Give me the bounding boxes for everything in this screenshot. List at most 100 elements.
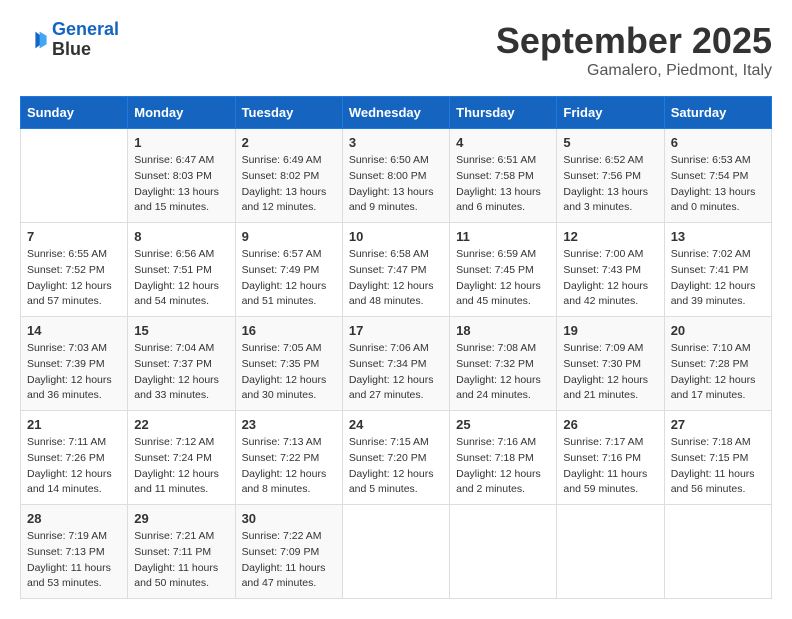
calendar-cell bbox=[557, 505, 664, 599]
weekday-header: Sunday bbox=[21, 97, 128, 129]
calendar-table: SundayMondayTuesdayWednesdayThursdayFrid… bbox=[20, 96, 772, 599]
day-info: Sunrise: 7:10 AM Sunset: 7:28 PM Dayligh… bbox=[671, 341, 765, 404]
calendar-cell: 20 Sunrise: 7:10 AM Sunset: 7:28 PM Dayl… bbox=[664, 317, 771, 411]
day-number: 1 bbox=[134, 135, 228, 150]
calendar-cell: 3 Sunrise: 6:50 AM Sunset: 8:00 PM Dayli… bbox=[342, 129, 449, 223]
day-number: 20 bbox=[671, 323, 765, 338]
day-number: 3 bbox=[349, 135, 443, 150]
calendar-cell: 10 Sunrise: 6:58 AM Sunset: 7:47 PM Dayl… bbox=[342, 223, 449, 317]
day-number: 9 bbox=[242, 229, 336, 244]
logo-text: General Blue bbox=[52, 20, 119, 60]
day-info: Sunrise: 6:56 AM Sunset: 7:51 PM Dayligh… bbox=[134, 247, 228, 310]
day-number: 23 bbox=[242, 417, 336, 432]
weekday-header: Saturday bbox=[664, 97, 771, 129]
day-number: 5 bbox=[563, 135, 657, 150]
weekday-header: Friday bbox=[557, 97, 664, 129]
day-info: Sunrise: 7:22 AM Sunset: 7:09 PM Dayligh… bbox=[242, 529, 336, 592]
day-number: 8 bbox=[134, 229, 228, 244]
calendar-cell: 22 Sunrise: 7:12 AM Sunset: 7:24 PM Dayl… bbox=[128, 411, 235, 505]
month-title: September 2025 bbox=[496, 20, 772, 62]
calendar-cell: 9 Sunrise: 6:57 AM Sunset: 7:49 PM Dayli… bbox=[235, 223, 342, 317]
day-info: Sunrise: 7:21 AM Sunset: 7:11 PM Dayligh… bbox=[134, 529, 228, 592]
weekday-header: Thursday bbox=[450, 97, 557, 129]
calendar-week-row: 14 Sunrise: 7:03 AM Sunset: 7:39 PM Dayl… bbox=[21, 317, 772, 411]
calendar-header: SundayMondayTuesdayWednesdayThursdayFrid… bbox=[21, 97, 772, 129]
day-number: 27 bbox=[671, 417, 765, 432]
day-info: Sunrise: 6:53 AM Sunset: 7:54 PM Dayligh… bbox=[671, 153, 765, 216]
day-number: 19 bbox=[563, 323, 657, 338]
day-info: Sunrise: 6:51 AM Sunset: 7:58 PM Dayligh… bbox=[456, 153, 550, 216]
day-info: Sunrise: 7:05 AM Sunset: 7:35 PM Dayligh… bbox=[242, 341, 336, 404]
day-info: Sunrise: 6:52 AM Sunset: 7:56 PM Dayligh… bbox=[563, 153, 657, 216]
day-number: 6 bbox=[671, 135, 765, 150]
calendar-cell: 29 Sunrise: 7:21 AM Sunset: 7:11 PM Dayl… bbox=[128, 505, 235, 599]
day-info: Sunrise: 7:12 AM Sunset: 7:24 PM Dayligh… bbox=[134, 435, 228, 498]
day-number: 7 bbox=[27, 229, 121, 244]
calendar-cell: 13 Sunrise: 7:02 AM Sunset: 7:41 PM Dayl… bbox=[664, 223, 771, 317]
weekday-header: Monday bbox=[128, 97, 235, 129]
calendar-week-row: 1 Sunrise: 6:47 AM Sunset: 8:03 PM Dayli… bbox=[21, 129, 772, 223]
day-number: 12 bbox=[563, 229, 657, 244]
calendar-cell: 1 Sunrise: 6:47 AM Sunset: 8:03 PM Dayli… bbox=[128, 129, 235, 223]
calendar-cell: 28 Sunrise: 7:19 AM Sunset: 7:13 PM Dayl… bbox=[21, 505, 128, 599]
calendar-cell: 26 Sunrise: 7:17 AM Sunset: 7:16 PM Dayl… bbox=[557, 411, 664, 505]
logo-icon bbox=[20, 26, 48, 54]
day-info: Sunrise: 7:11 AM Sunset: 7:26 PM Dayligh… bbox=[27, 435, 121, 498]
calendar-cell: 21 Sunrise: 7:11 AM Sunset: 7:26 PM Dayl… bbox=[21, 411, 128, 505]
day-number: 22 bbox=[134, 417, 228, 432]
day-info: Sunrise: 7:13 AM Sunset: 7:22 PM Dayligh… bbox=[242, 435, 336, 498]
day-info: Sunrise: 7:00 AM Sunset: 7:43 PM Dayligh… bbox=[563, 247, 657, 310]
day-info: Sunrise: 6:57 AM Sunset: 7:49 PM Dayligh… bbox=[242, 247, 336, 310]
calendar-cell: 6 Sunrise: 6:53 AM Sunset: 7:54 PM Dayli… bbox=[664, 129, 771, 223]
calendar-cell: 12 Sunrise: 7:00 AM Sunset: 7:43 PM Dayl… bbox=[557, 223, 664, 317]
calendar-cell bbox=[664, 505, 771, 599]
calendar-cell: 8 Sunrise: 6:56 AM Sunset: 7:51 PM Dayli… bbox=[128, 223, 235, 317]
day-number: 28 bbox=[27, 511, 121, 526]
day-number: 10 bbox=[349, 229, 443, 244]
day-number: 13 bbox=[671, 229, 765, 244]
day-number: 24 bbox=[349, 417, 443, 432]
day-info: Sunrise: 7:19 AM Sunset: 7:13 PM Dayligh… bbox=[27, 529, 121, 592]
calendar-cell: 11 Sunrise: 6:59 AM Sunset: 7:45 PM Dayl… bbox=[450, 223, 557, 317]
day-number: 29 bbox=[134, 511, 228, 526]
location: Gamalero, Piedmont, Italy bbox=[496, 62, 772, 80]
calendar-cell bbox=[21, 129, 128, 223]
day-number: 14 bbox=[27, 323, 121, 338]
day-number: 30 bbox=[242, 511, 336, 526]
day-info: Sunrise: 7:08 AM Sunset: 7:32 PM Dayligh… bbox=[456, 341, 550, 404]
day-info: Sunrise: 7:02 AM Sunset: 7:41 PM Dayligh… bbox=[671, 247, 765, 310]
day-info: Sunrise: 6:55 AM Sunset: 7:52 PM Dayligh… bbox=[27, 247, 121, 310]
calendar-cell: 2 Sunrise: 6:49 AM Sunset: 8:02 PM Dayli… bbox=[235, 129, 342, 223]
day-info: Sunrise: 7:15 AM Sunset: 7:20 PM Dayligh… bbox=[349, 435, 443, 498]
day-info: Sunrise: 6:50 AM Sunset: 8:00 PM Dayligh… bbox=[349, 153, 443, 216]
title-block: September 2025 Gamalero, Piedmont, Italy bbox=[496, 20, 772, 80]
day-number: 4 bbox=[456, 135, 550, 150]
calendar-week-row: 21 Sunrise: 7:11 AM Sunset: 7:26 PM Dayl… bbox=[21, 411, 772, 505]
day-number: 25 bbox=[456, 417, 550, 432]
day-info: Sunrise: 7:18 AM Sunset: 7:15 PM Dayligh… bbox=[671, 435, 765, 498]
calendar-cell: 19 Sunrise: 7:09 AM Sunset: 7:30 PM Dayl… bbox=[557, 317, 664, 411]
calendar-cell: 7 Sunrise: 6:55 AM Sunset: 7:52 PM Dayli… bbox=[21, 223, 128, 317]
calendar-cell: 15 Sunrise: 7:04 AM Sunset: 7:37 PM Dayl… bbox=[128, 317, 235, 411]
day-info: Sunrise: 7:16 AM Sunset: 7:18 PM Dayligh… bbox=[456, 435, 550, 498]
weekday-header: Tuesday bbox=[235, 97, 342, 129]
calendar-cell bbox=[450, 505, 557, 599]
calendar-cell: 25 Sunrise: 7:16 AM Sunset: 7:18 PM Dayl… bbox=[450, 411, 557, 505]
day-info: Sunrise: 6:59 AM Sunset: 7:45 PM Dayligh… bbox=[456, 247, 550, 310]
day-number: 26 bbox=[563, 417, 657, 432]
weekday-header: Wednesday bbox=[342, 97, 449, 129]
calendar-cell: 18 Sunrise: 7:08 AM Sunset: 7:32 PM Dayl… bbox=[450, 317, 557, 411]
day-number: 15 bbox=[134, 323, 228, 338]
day-info: Sunrise: 7:17 AM Sunset: 7:16 PM Dayligh… bbox=[563, 435, 657, 498]
calendar-week-row: 28 Sunrise: 7:19 AM Sunset: 7:13 PM Dayl… bbox=[21, 505, 772, 599]
day-number: 16 bbox=[242, 323, 336, 338]
calendar-cell: 5 Sunrise: 6:52 AM Sunset: 7:56 PM Dayli… bbox=[557, 129, 664, 223]
calendar-cell: 30 Sunrise: 7:22 AM Sunset: 7:09 PM Dayl… bbox=[235, 505, 342, 599]
calendar-cell: 17 Sunrise: 7:06 AM Sunset: 7:34 PM Dayl… bbox=[342, 317, 449, 411]
day-info: Sunrise: 6:47 AM Sunset: 8:03 PM Dayligh… bbox=[134, 153, 228, 216]
calendar-week-row: 7 Sunrise: 6:55 AM Sunset: 7:52 PM Dayli… bbox=[21, 223, 772, 317]
calendar-cell: 24 Sunrise: 7:15 AM Sunset: 7:20 PM Dayl… bbox=[342, 411, 449, 505]
calendar-cell: 27 Sunrise: 7:18 AM Sunset: 7:15 PM Dayl… bbox=[664, 411, 771, 505]
calendar-cell: 14 Sunrise: 7:03 AM Sunset: 7:39 PM Dayl… bbox=[21, 317, 128, 411]
day-info: Sunrise: 6:58 AM Sunset: 7:47 PM Dayligh… bbox=[349, 247, 443, 310]
